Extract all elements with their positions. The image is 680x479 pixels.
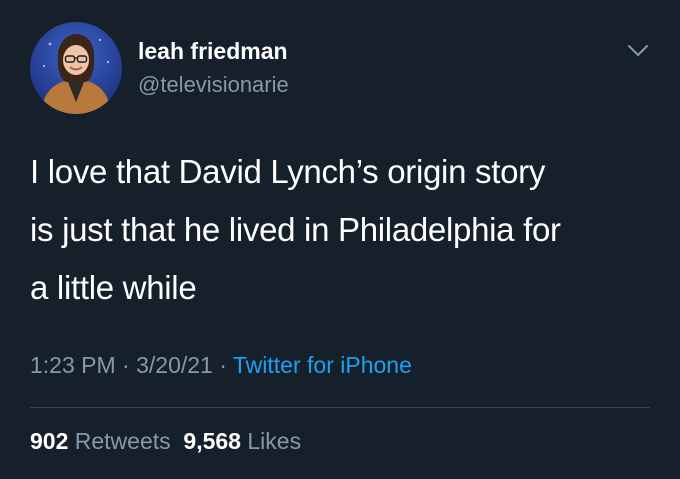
tweet-stats: 902 Retweets 9,568 Likes <box>30 428 301 455</box>
retweets-label: Retweets <box>74 428 171 454</box>
tweet-source-link[interactable]: Twitter for iPhone <box>233 352 412 378</box>
tweet-text-line: a little while <box>30 269 197 306</box>
tweet-menu-button[interactable] <box>620 36 656 66</box>
chevron-down-icon <box>628 45 648 56</box>
likes-count: 9,568 <box>183 428 241 454</box>
avatar[interactable] <box>30 22 122 114</box>
tweet-text: I love that David Lynch’s origin story i… <box>30 143 660 317</box>
tweet-card: leah friedman @televisionarie I love tha… <box>0 0 680 479</box>
meta-separator: · <box>212 352 233 378</box>
tweet-date[interactable]: 3/20/21 <box>136 352 213 378</box>
tweet-time[interactable]: 1:23 PM <box>30 352 116 378</box>
meta-separator: · <box>115 352 137 378</box>
display-name[interactable]: leah friedman <box>138 38 288 65</box>
avatar-image <box>30 22 122 114</box>
user-handle[interactable]: @televisionarie <box>138 72 289 98</box>
retweets-stat[interactable]: 902 Retweets <box>30 428 171 454</box>
retweets-count: 902 <box>30 428 69 454</box>
tweet-metadata: 1:23 PM · 3/20/21 · Twitter for iPhone <box>30 352 412 379</box>
tweet-text-line: is just that he lived in Philadelphia fo… <box>30 211 561 248</box>
likes-label: Likes <box>247 428 302 454</box>
tweet-text-line: I love that David Lynch’s origin story <box>30 153 546 190</box>
divider <box>30 407 650 408</box>
likes-stat[interactable]: 9,568 Likes <box>183 428 301 454</box>
